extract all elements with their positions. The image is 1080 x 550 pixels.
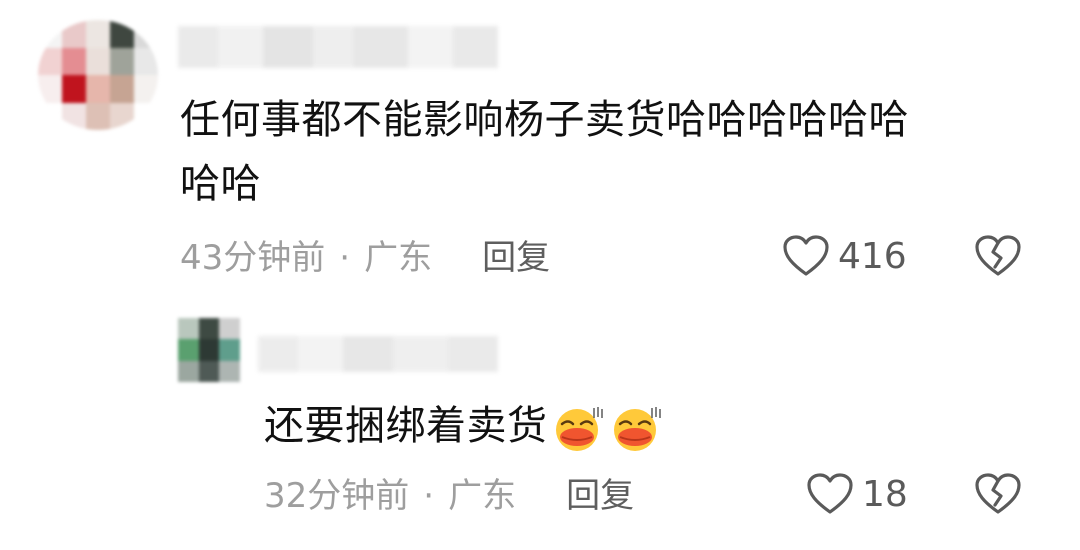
username-blurred[interactable] bbox=[178, 26, 498, 68]
like-button[interactable]: 18 bbox=[806, 472, 908, 516]
timestamp: 32分钟前 bbox=[264, 476, 410, 516]
reply-comment-meta: 32分钟前 · 广东 回复 bbox=[264, 476, 634, 516]
kiss-laugh-emoji bbox=[555, 407, 603, 451]
comment-thread: 任何事都不能影响杨子卖货哈哈哈哈哈哈 哈哈 43分钟前 · 广东 回复 416 … bbox=[0, 0, 1080, 550]
kiss-laugh-emoji bbox=[613, 407, 661, 451]
dislike-button[interactable] bbox=[974, 472, 1022, 520]
heart-outline-icon bbox=[807, 473, 853, 514]
timestamp: 43分钟前 bbox=[180, 238, 326, 278]
comment-text-line: 任何事都不能影响杨子卖货哈哈哈哈哈哈 bbox=[180, 97, 909, 143]
reply-button[interactable]: 回复 bbox=[566, 476, 634, 516]
broken-heart-icon bbox=[975, 473, 1021, 514]
dislike-button[interactable] bbox=[974, 234, 1022, 282]
comment-text-line: 还要捆绑着卖货 bbox=[264, 403, 548, 449]
like-count: 416 bbox=[838, 235, 907, 277]
reply-comment-body: 还要捆绑着卖货 bbox=[264, 394, 1044, 458]
like-count: 18 bbox=[862, 473, 908, 515]
reply-user-avatar[interactable] bbox=[178, 318, 240, 382]
user-avatar[interactable] bbox=[38, 20, 158, 130]
location: 广东 bbox=[364, 238, 433, 278]
comment-body: 任何事都不能影响杨子卖货哈哈哈哈哈哈 哈哈 bbox=[180, 88, 1060, 216]
heart-outline-icon bbox=[783, 235, 829, 276]
comment-meta: 43分钟前 · 广东 回复 bbox=[180, 238, 550, 278]
separator-dot: · bbox=[423, 476, 435, 516]
comment-text-line: 哈哈 bbox=[180, 161, 261, 207]
broken-heart-icon bbox=[975, 235, 1021, 276]
like-button[interactable]: 416 bbox=[782, 234, 907, 278]
reply-button[interactable]: 回复 bbox=[482, 238, 550, 278]
reply-username-blurred[interactable] bbox=[258, 336, 498, 372]
separator-dot: · bbox=[339, 238, 351, 278]
location: 广东 bbox=[448, 476, 517, 516]
